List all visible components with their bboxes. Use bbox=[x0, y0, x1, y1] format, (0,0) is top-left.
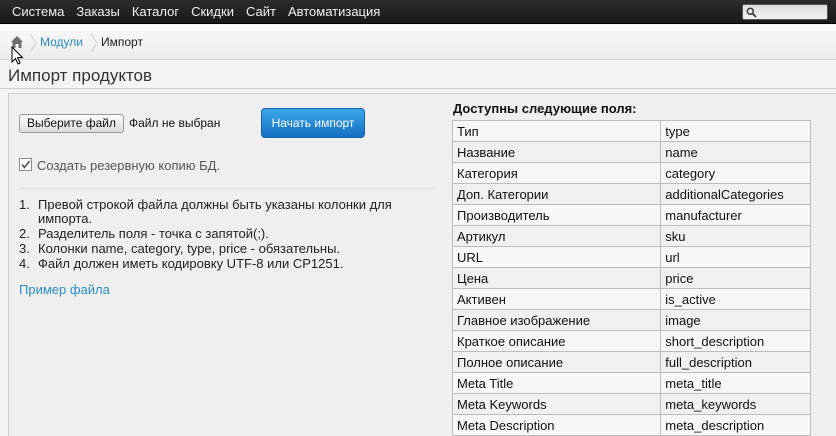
table-row: Цена price bbox=[451, 267, 811, 289]
breadcrumb-separator-icon bbox=[29, 33, 37, 53]
table-row: Meta Keywords meta_keywords bbox=[451, 393, 811, 415]
breadcrumb: Модули Импорт bbox=[0, 25, 836, 60]
mouse-cursor-icon bbox=[11, 46, 24, 65]
fields-heading: Доступны следующие поля: bbox=[453, 101, 637, 116]
breadcrumb-link-modules[interactable]: Модули bbox=[40, 35, 83, 49]
table-row: Категория category bbox=[451, 162, 811, 184]
table-row: Тип type bbox=[451, 120, 811, 142]
backup-checkbox[interactable] bbox=[19, 158, 32, 171]
table-row: Название name bbox=[451, 141, 811, 163]
table-row: Краткое описание short_description bbox=[451, 330, 811, 352]
table-row: Полное описание full_description bbox=[451, 351, 811, 373]
table-row: URL url bbox=[451, 246, 811, 268]
list-item: 3. Колонки name, category, type, price - … bbox=[19, 241, 341, 256]
menu-item-orders[interactable]: Заказы bbox=[70, 0, 125, 24]
start-import-button[interactable]: Начать импорт bbox=[261, 108, 365, 138]
file-status: Файл не выбран bbox=[129, 116, 221, 130]
table-row: Активен is_active bbox=[451, 288, 811, 310]
table-row: Meta Description meta_description bbox=[451, 414, 811, 436]
table-row: Главное изображение image bbox=[451, 309, 811, 331]
menu-item-system[interactable]: Система bbox=[6, 0, 70, 24]
menu-item-site[interactable]: Сайт bbox=[240, 0, 282, 24]
list-item: 4. Файл должен иметь кодировку UTF-8 или … bbox=[19, 256, 344, 271]
backup-label[interactable]: Создать резервную копию БД. bbox=[37, 158, 220, 173]
page-title: Импорт продуктов bbox=[8, 66, 153, 85]
breadcrumb-separator-icon bbox=[90, 33, 98, 53]
example-file-link[interactable]: Пример файла bbox=[19, 282, 110, 297]
search-input[interactable] bbox=[742, 4, 828, 20]
search-icon bbox=[746, 7, 757, 18]
menu-item-discounts[interactable]: Скидки bbox=[185, 0, 240, 24]
title-divider bbox=[0, 88, 836, 89]
breadcrumb-current: Импорт bbox=[101, 35, 143, 49]
menu-item-automation[interactable]: Автоматизация bbox=[282, 0, 386, 24]
top-menu-bar: Система Заказы Каталог Скидки Сайт Автом… bbox=[0, 0, 836, 24]
list-item: 1. Превой строкой файла должны быть указа… bbox=[19, 197, 392, 226]
list-item: 2. Разделитель поля - точка с запятой(;). bbox=[19, 226, 269, 241]
menu-item-catalog[interactable]: Каталог bbox=[126, 0, 185, 24]
main-menu: Система Заказы Каталог Скидки Сайт Автом… bbox=[6, 0, 386, 24]
section-divider bbox=[19, 188, 434, 189]
choose-file-button[interactable]: Выберите файл bbox=[19, 114, 124, 133]
table-row: Артикул sku bbox=[451, 225, 811, 247]
table-row: Meta Title meta_title bbox=[451, 372, 811, 394]
fields-table: Тип type Название name Категория category Д… bbox=[451, 120, 811, 436]
table-row: Доп. Категории additionalCategories bbox=[451, 183, 811, 205]
table-row: Производитель manufacturer bbox=[451, 204, 811, 226]
instructions-list: 1. Превой строкой файла должны быть указа… bbox=[19, 198, 439, 272]
checkmark-icon bbox=[21, 160, 31, 169]
